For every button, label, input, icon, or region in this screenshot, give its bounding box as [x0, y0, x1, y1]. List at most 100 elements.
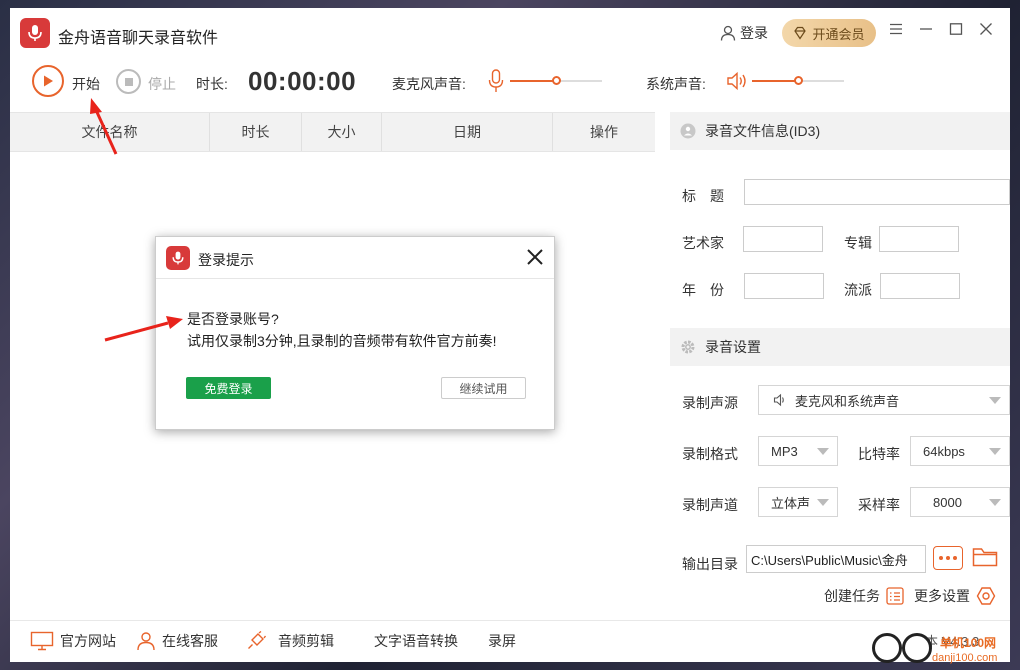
title-bar: 金舟语音聊天录音软件 登录 开通会员 [10, 8, 1010, 56]
channel-value: 立体声 [771, 495, 811, 511]
free-login-button[interactable]: 免费登录 [186, 377, 271, 399]
bitrate-label: 比特率 [858, 446, 900, 462]
more-settings-button[interactable]: 更多设置 [914, 586, 996, 606]
tts-button[interactable]: 文字语音转换 [374, 631, 458, 651]
speaker-small-icon [773, 393, 784, 407]
app-title: 金舟语音聊天录音软件 [58, 30, 219, 47]
dialog-logo-icon [166, 246, 190, 270]
dialog-message-line1: 是否登录账号? [187, 311, 279, 327]
gear-icon [681, 340, 695, 354]
login-label: 登录 [740, 25, 768, 41]
stop-label[interactable]: 停止 [148, 74, 176, 94]
source-select[interactable]: 麦克风和系统声音 [758, 385, 1010, 415]
monitor-icon [30, 631, 54, 651]
format-value: MP3 [771, 443, 798, 459]
watermark-sub: danji100.com [932, 652, 998, 664]
duration-value: 00:00:00 [248, 66, 357, 96]
watermark-dot-icon [902, 633, 932, 663]
dialog-close-icon[interactable] [524, 246, 546, 268]
column-header-action: 操作 [590, 124, 618, 140]
title-input[interactable] [744, 179, 1010, 205]
watermark-plus-icon [872, 633, 902, 663]
dialog-header: 登录提示 [156, 237, 554, 279]
info-icon [680, 123, 696, 139]
diamond-icon [794, 26, 807, 40]
play-icon [44, 75, 53, 87]
album-input[interactable] [879, 226, 959, 252]
toolbar: 开始 停止 时长: 00:00:00 麦克风声音: 系统声音: [10, 60, 1010, 108]
format-select[interactable]: MP3 [758, 436, 838, 466]
source-label: 录制声源 [682, 395, 738, 411]
chevron-down-icon [989, 499, 1001, 506]
column-header-filename[interactable]: 文件名称 [10, 113, 210, 151]
stop-button[interactable] [116, 69, 141, 94]
screen-record-button[interactable]: 录屏 [488, 631, 516, 651]
bottom-bar: 官方网站 在线客服 音频剪辑 文字语音转换 录屏 版本 V4.3.3 [10, 620, 1010, 662]
service-person-icon [137, 632, 155, 651]
year-label: 年 份 [682, 282, 724, 298]
samplerate-select[interactable]: 8000 [910, 487, 1010, 517]
close-icon[interactable] [976, 22, 996, 41]
folder-icon[interactable] [972, 546, 998, 568]
watermark: 单机100网 danji100.com [872, 626, 1020, 670]
maximize-icon[interactable] [946, 22, 966, 40]
audio-edit-button[interactable]: 音频剪辑 [246, 631, 334, 651]
task-list-icon [886, 587, 904, 605]
vip-label: 开通会员 [812, 26, 865, 42]
system-volume-knob[interactable] [794, 76, 803, 85]
output-label: 输出目录 [682, 556, 738, 572]
login-prompt-dialog: 登录提示 是否登录账号? 试用仅录制3分钟,且录制的音频带有软件官方前奏! 免费… [155, 236, 555, 430]
bitrate-select[interactable]: 64kbps [910, 436, 1010, 466]
column-header-size[interactable]: 大小 [302, 113, 382, 151]
genre-input[interactable] [880, 273, 960, 299]
mic-volume-knob[interactable] [552, 76, 561, 85]
column-header-duration[interactable]: 时长 [210, 113, 302, 151]
minimize-icon[interactable] [916, 22, 936, 40]
duration-label: 时长: [196, 76, 228, 92]
column-header-date[interactable]: 日期 [382, 113, 553, 151]
year-input[interactable] [744, 273, 824, 299]
create-task-label: 创建任务 [824, 588, 880, 604]
channel-select[interactable]: 立体声 [758, 487, 838, 517]
start-button[interactable] [32, 65, 64, 97]
speaker-icon [727, 71, 746, 91]
watermark-text: 单机100网 [940, 636, 997, 650]
dialog-message-line2: 试用仅录制3分钟,且录制的音频带有软件官方前奏! [187, 333, 497, 349]
more-settings-label: 更多设置 [914, 588, 970, 604]
app-logo-icon [20, 18, 50, 48]
website-label: 官方网站 [60, 633, 116, 649]
id3-section-title: 录音文件信息(ID3) [705, 123, 821, 139]
genre-label: 流派 [844, 282, 872, 298]
settings-section-header: 录音设置 [670, 328, 1010, 366]
dialog-title: 登录提示 [198, 252, 254, 268]
vip-button[interactable]: 开通会员 [782, 19, 876, 47]
website-button[interactable]: 官方网站 [30, 631, 116, 651]
system-volume-slider[interactable] [752, 75, 844, 87]
screen-record-label: 录屏 [488, 633, 516, 649]
continue-trial-button[interactable]: 继续试用 [441, 377, 526, 399]
user-icon [720, 25, 736, 41]
menu-icon[interactable] [886, 22, 906, 40]
audio-edit-label: 音频剪辑 [278, 633, 334, 649]
start-label[interactable]: 开始 [72, 74, 100, 94]
format-label: 录制格式 [682, 446, 738, 462]
customer-service-button[interactable]: 在线客服 [136, 631, 218, 651]
chevron-down-icon [817, 448, 829, 455]
samplerate-value: 8000 [933, 494, 962, 510]
output-path-input[interactable]: C:\Users\Public\Music\金舟 [746, 545, 926, 573]
file-table-header: 文件名称 时长 大小 日期 操作 [10, 112, 655, 152]
album-label: 专辑 [844, 235, 872, 251]
title-label: 标 题 [682, 188, 724, 204]
mic-volume-slider[interactable] [510, 75, 602, 87]
login-button[interactable]: 登录 [720, 23, 768, 43]
id3-section-header: 录音文件信息(ID3) [670, 112, 1010, 150]
tts-label: 文字语音转换 [374, 633, 458, 649]
system-volume-label: 系统声音: [646, 76, 706, 92]
browse-more-button[interactable] [933, 546, 963, 570]
artist-input[interactable] [743, 226, 823, 252]
create-task-button[interactable]: 创建任务 [824, 586, 904, 606]
artist-label: 艺术家 [682, 235, 724, 251]
service-label: 在线客服 [162, 633, 218, 649]
right-panel: 录音文件信息(ID3) 标 题 艺术家 专辑 年 份 流派 录音设置 录制声源 … [670, 112, 1010, 612]
samplerate-label: 采样率 [858, 497, 900, 513]
